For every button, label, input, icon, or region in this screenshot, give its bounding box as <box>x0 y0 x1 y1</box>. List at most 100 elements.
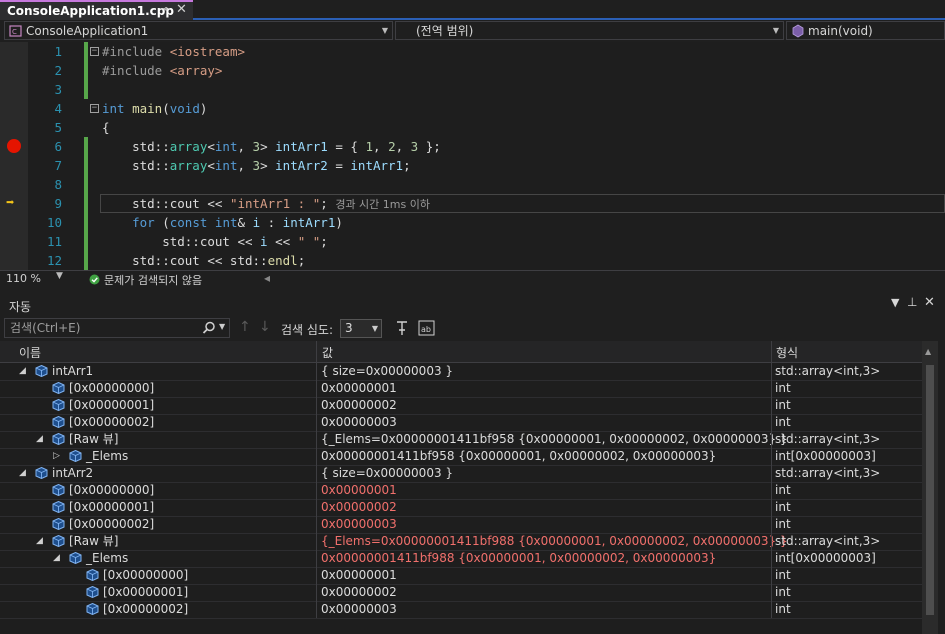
variable-value[interactable]: 0x00000003 <box>321 601 397 618</box>
column-header-type[interactable]: 형식 <box>776 344 798 361</box>
zoom-level[interactable]: 110 % <box>6 272 41 285</box>
depth-label: 검색 심도: <box>281 323 334 337</box>
chevron-down-icon: ▼ <box>772 26 779 35</box>
grid-row[interactable]: [0x00000000] 0x00000001 int <box>0 567 922 585</box>
scope-dropdown[interactable]: (전역 범위) ▼ <box>395 21 784 40</box>
close-icon[interactable]: ✕ <box>176 2 187 17</box>
depth-select[interactable]: 3 ▼ <box>340 319 382 338</box>
column-header-name[interactable]: 이름 <box>19 344 41 361</box>
breakpoint-icon[interactable] <box>7 139 21 153</box>
grid-row[interactable]: [0x00000000] 0x00000001 int <box>0 482 922 500</box>
grid-row[interactable]: [0x00000000] 0x00000001 int <box>0 380 922 398</box>
grid-row[interactable]: [0x00000001] 0x00000002 int <box>0 397 922 415</box>
variable-cube-icon <box>52 433 65 445</box>
variable-name: [0x00000002] <box>103 602 189 616</box>
grid-row[interactable]: ◢ [Raw 뷰] {_Elems=0x00000001411bf958 {0x00… <box>0 431 922 449</box>
line-number: 12 <box>46 253 62 268</box>
window-options-icon[interactable]: ▼ <box>891 296 899 309</box>
pin-icon[interactable]: ⊥ <box>907 295 917 309</box>
search-up-icon[interactable]: ↑ <box>239 319 251 335</box>
search-down-icon[interactable]: ↓ <box>259 319 271 335</box>
code-line: 4 − int main(void) <box>0 99 945 118</box>
variable-cube-icon <box>86 586 99 598</box>
line-number: 8 <box>54 177 62 192</box>
variable-value[interactable]: 0x00000002 <box>321 584 397 601</box>
grid-row[interactable]: [0x00000002] 0x00000003 int <box>0 516 922 534</box>
variable-value[interactable]: 0x00000002 <box>321 397 397 414</box>
grid-row[interactable]: [0x00000001] 0x00000002 int <box>0 499 922 517</box>
expand-icon[interactable]: ▷ <box>53 448 60 465</box>
grid-row[interactable]: ◢ intArr2 { size=0x00000003 } std::array<in… <box>0 465 922 483</box>
search-input[interactable]: 검색(Ctrl+E) <box>4 318 230 338</box>
grid-row[interactable]: [0x00000001] 0x00000002 int <box>0 584 922 602</box>
close-icon[interactable]: ✕ <box>924 295 935 310</box>
collapse-icon[interactable]: ◢ <box>19 465 26 482</box>
chevron-down-icon: ▼ <box>371 324 378 333</box>
line-number: 9 <box>54 196 62 211</box>
line-number: 4 <box>54 101 62 116</box>
code-line: 8 <box>0 175 945 194</box>
tab-filename: ConsoleApplication1.cpp <box>7 4 174 18</box>
grid-row[interactable]: ◢ intArr1 { size=0x00000003 } std::array<in… <box>0 363 922 381</box>
variable-value[interactable]: { size=0x00000003 } <box>321 363 453 380</box>
instruction-pointer-arrow-icon[interactable]: ➡ <box>6 194 14 213</box>
variable-type: int[0x00000003] <box>775 449 876 463</box>
pin-to-source-icon[interactable] <box>394 320 410 336</box>
variable-name: intArr1 <box>52 364 94 378</box>
code-editor[interactable]: 1 − #include <iostream> 2 #include <arra… <box>0 42 945 270</box>
variable-value[interactable]: 0x00000001 <box>321 567 397 584</box>
grid-row[interactable]: ◢ [Raw 뷰] {_Elems=0x00000001411bf988 {0x00… <box>0 533 922 551</box>
variable-value[interactable]: 0x00000001 <box>321 380 397 397</box>
collapse-icon[interactable]: ◢ <box>36 431 43 448</box>
variable-type: std::array<int,3> <box>775 466 881 480</box>
pin-icon[interactable]: ⊸ <box>160 4 168 15</box>
issues-status[interactable]: 문제가 검색되지 않음 <box>104 272 202 288</box>
scroll-up-icon[interactable]: ▲ <box>925 347 931 356</box>
variable-value[interactable]: { size=0x00000003 } <box>321 465 453 482</box>
autos-panel-header: 자동 ▼ ⊥ ✕ <box>0 294 945 316</box>
line-number: 1 <box>54 44 62 59</box>
grid-row[interactable]: [0x00000002] 0x00000003 int <box>0 414 922 432</box>
vertical-scrollbar[interactable]: ▲ <box>922 341 938 634</box>
variable-type: int <box>775 602 791 616</box>
scrollbar-thumb[interactable] <box>926 365 934 615</box>
variable-value[interactable]: 0x00000001411bf958 {0x00000001, 0x000000… <box>321 448 716 465</box>
variable-value[interactable]: 0x00000003 <box>321 516 397 533</box>
autos-grid[interactable]: 이름 값 형식 ◢ intArr1{ size=0x00000003 } std::… <box>0 341 938 634</box>
variable-value[interactable]: 0x00000001411bf988 {0x00000001, 0x000000… <box>321 550 716 567</box>
collapse-icon[interactable]: − <box>90 47 99 56</box>
variable-value[interactable]: 0x00000003 <box>321 414 397 431</box>
collapse-icon[interactable]: ◢ <box>53 550 60 567</box>
variable-type: int <box>775 517 791 531</box>
collapse-icon[interactable]: ◢ <box>19 363 26 380</box>
check-circle-icon <box>89 274 100 285</box>
variable-value[interactable]: {_Elems=0x00000001411bf958 {0x00000001, … <box>321 431 788 448</box>
perf-tip[interactable]: 경과 시간 1ms 이하 <box>335 198 430 211</box>
document-tab-bar: ConsoleApplication1.cpp ⊸ ✕ <box>0 0 945 20</box>
variable-cube-icon <box>52 382 65 394</box>
grid-row[interactable]: ◢ _Elems 0x00000001411bf988 {0x00000001, 0… <box>0 550 922 568</box>
function-dropdown[interactable]: main(void) <box>786 21 945 40</box>
variable-value[interactable]: 0x00000001 <box>321 482 397 499</box>
scroll-left-icon[interactable]: ◂ <box>264 271 270 285</box>
project-dropdown[interactable]: C ConsoleApplication1 ▼ <box>4 21 393 40</box>
grid-row[interactable]: ▷ _Elems 0x00000001411bf958 {0x00000001, 0… <box>0 448 922 466</box>
collapse-icon[interactable]: − <box>90 104 99 113</box>
tab-consoleapplication1-cpp[interactable]: ConsoleApplication1.cpp ⊸ ✕ <box>0 0 193 20</box>
collapse-icon[interactable]: ◢ <box>36 533 43 550</box>
column-header-value[interactable]: 값 <box>322 344 333 361</box>
code-line: 12 std::cout << std::endl; <box>0 251 945 270</box>
chevron-down-icon[interactable]: ▼ <box>219 322 225 331</box>
variable-cube-icon <box>69 450 82 462</box>
chevron-down-icon[interactable]: ▼ <box>56 271 63 281</box>
variable-name: [0x00000002] <box>69 415 155 429</box>
grid-row[interactable]: [0x00000002] 0x00000003 int <box>0 601 922 619</box>
search-icon[interactable] <box>202 321 216 335</box>
variable-type: int <box>775 415 791 429</box>
view-as-hex-icon[interactable]: ab <box>417 319 437 337</box>
variable-cube-icon <box>35 467 48 479</box>
variable-value[interactable]: {_Elems=0x00000001411bf988 {0x00000001, … <box>321 533 788 550</box>
variable-cube-icon <box>52 399 65 411</box>
variable-name: [0x00000001] <box>69 500 155 514</box>
variable-value[interactable]: 0x00000002 <box>321 499 397 516</box>
